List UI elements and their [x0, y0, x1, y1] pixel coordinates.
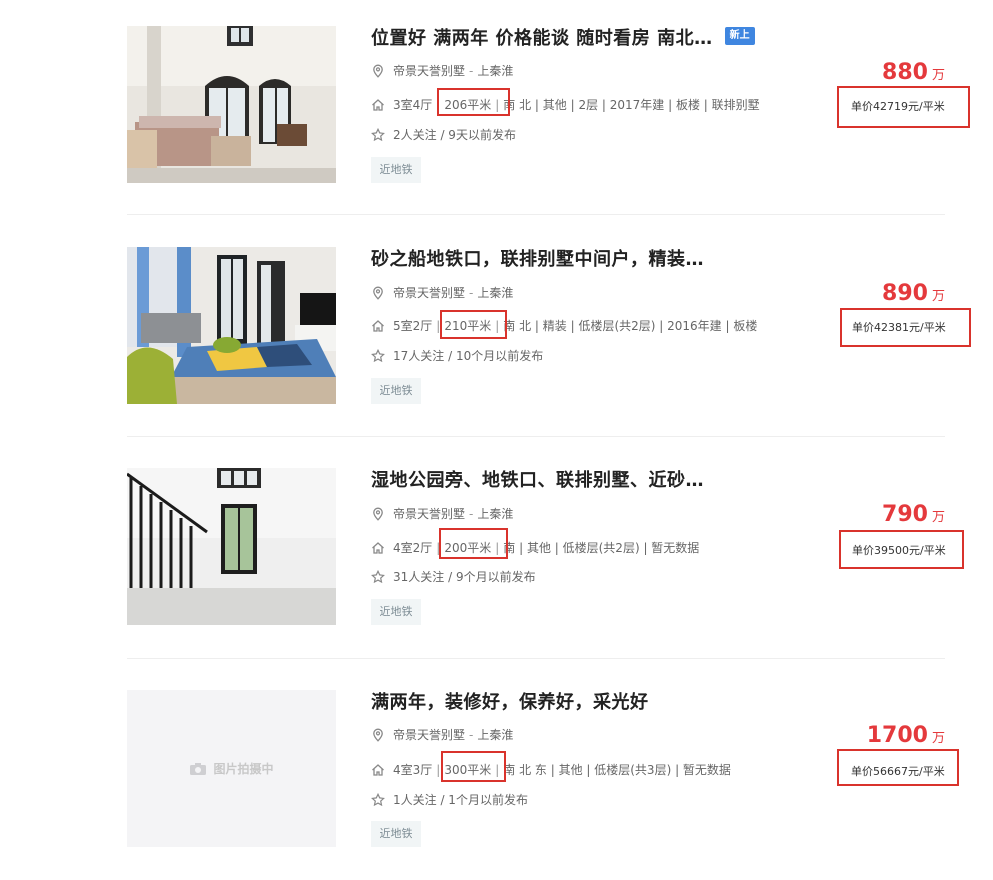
unit-price: 单价56667元/平米: [851, 765, 945, 778]
room-layout: 4室2厅: [393, 541, 433, 555]
house-details: 南 北 | 其他 | 2层 | 2017年建 | 板楼 | 联排别墅: [503, 98, 760, 112]
community-link[interactable]: 帝景天誉别墅: [393, 505, 465, 522]
location-pin-icon: [371, 286, 385, 300]
room-layout: 5室2厅: [393, 319, 433, 333]
follow-info-row: 2人关注 / 9天以前发布: [371, 126, 516, 143]
house-details: 南 | 其他 | 低楼层(共2层) | 暂无数据: [503, 541, 700, 555]
room-layout: 4室3厅: [393, 763, 433, 777]
location-row: 帝景天誉别墅 - 上秦淮: [371, 726, 513, 743]
near-subway-tag: 近地铁: [371, 821, 421, 847]
unit-price: 单价42719元/平米: [851, 100, 945, 113]
listing-divider: [127, 436, 945, 437]
district-link[interactable]: 上秦淮: [477, 284, 513, 301]
listing-title[interactable]: 砂之船地铁口，联排别墅中间户，精装…: [371, 245, 704, 271]
community-link[interactable]: 帝景天誉别墅: [393, 62, 465, 79]
location-pin-icon: [371, 728, 385, 742]
listing-title[interactable]: 湿地公园旁、地铁口、联排别墅、近砂…: [371, 466, 704, 492]
total-price: 880 万: [882, 60, 945, 85]
star-icon: [371, 569, 385, 584]
house-icon: [371, 763, 385, 777]
house-info-row: 3室4厅 | 206平米 | 南 北 | 其他 | 2层 | 2017年建 | …: [371, 96, 760, 113]
listing-item: 砂之船地铁口，联排别墅中间户，精装… 帝景天誉别墅 - 上秦淮 5室2厅 | 2…: [0, 247, 993, 437]
community-link[interactable]: 帝景天誉别墅: [393, 726, 465, 743]
listing-item: 位置好 满两年 价格能谈 随时看房 南北… 新上 帝景天誉别墅 - 上秦淮 3室…: [0, 26, 993, 216]
location-row: 帝景天誉别墅 - 上秦淮: [371, 284, 513, 301]
listing-photo[interactable]: [127, 468, 336, 625]
area-value: 206平米: [444, 98, 492, 112]
house-icon: [371, 541, 385, 555]
location-pin-icon: [371, 64, 385, 78]
listing-item: 湿地公园旁、地铁口、联排别墅、近砂… 帝景天誉别墅 - 上秦淮 4室2厅 | 2…: [0, 468, 993, 658]
area-value: 300平米: [444, 763, 492, 777]
star-icon: [371, 348, 385, 363]
room-layout: 3室4厅: [393, 98, 433, 112]
listing-title[interactable]: 满两年，装修好，保养好，采光好: [371, 688, 649, 714]
follow-info-row: 17人关注 / 10个月以前发布: [371, 347, 543, 364]
listing-title[interactable]: 位置好 满两年 价格能谈 随时看房 南北…: [371, 24, 713, 50]
follow-info-row: 1人关注 / 1个月以前发布: [371, 791, 528, 808]
follow-info-row: 31人关注 / 9个月以前发布: [371, 568, 536, 585]
house-info-row: 5室2厅 | 210平米 | 南 北 | 精装 | 低楼层(共2层) | 201…: [371, 317, 757, 334]
camera-icon: [189, 762, 207, 776]
location-pin-icon: [371, 507, 385, 521]
listing-divider: [127, 214, 945, 215]
star-icon: [371, 792, 385, 807]
district-link[interactable]: 上秦淮: [477, 726, 513, 743]
house-details: 南 北 东 | 其他 | 低楼层(共3层) | 暂无数据: [503, 763, 731, 777]
area-value: 210平米: [444, 319, 492, 333]
total-price: 1700 万: [866, 723, 945, 748]
listing-photo-placeholder[interactable]: 图片拍摄中: [127, 690, 336, 847]
district-link[interactable]: 上秦淮: [477, 505, 513, 522]
follow-text: 1人关注 / 1个月以前发布: [393, 793, 528, 807]
house-icon: [371, 98, 385, 112]
near-subway-tag: 近地铁: [371, 378, 421, 404]
listing-photo[interactable]: [127, 247, 336, 404]
district-link[interactable]: 上秦淮: [477, 62, 513, 79]
listing-item: 图片拍摄中 满两年，装修好，保养好，采光好 帝景天誉别墅 - 上秦淮 4室3厅 …: [0, 690, 993, 880]
follow-text: 31人关注 / 9个月以前发布: [393, 570, 536, 584]
near-subway-tag: 近地铁: [371, 599, 421, 625]
near-subway-tag: 近地铁: [371, 157, 421, 183]
house-icon: [371, 319, 385, 333]
total-price: 890 万: [882, 281, 945, 306]
house-info-row: 4室2厅 | 200平米 | 南 | 其他 | 低楼层(共2层) | 暂无数据: [371, 539, 699, 556]
unit-price: 单价42381元/平米: [852, 321, 946, 334]
unit-price: 单价39500元/平米: [852, 544, 946, 557]
listing-divider: [127, 658, 945, 659]
follow-text: 2人关注 / 9天以前发布: [393, 128, 516, 142]
photo-pending-text: 图片拍摄中: [213, 762, 274, 776]
new-listing-badge: 新上: [724, 27, 755, 45]
house-info-row: 4室3厅 | 300平米 | 南 北 东 | 其他 | 低楼层(共3层) | 暂…: [371, 761, 731, 778]
listing-photo[interactable]: [127, 26, 336, 183]
location-row: 帝景天誉别墅 - 上秦淮: [371, 505, 513, 522]
house-details: 南 北 | 精装 | 低楼层(共2层) | 2016年建 | 板楼: [503, 319, 758, 333]
star-icon: [371, 127, 385, 142]
location-row: 帝景天誉别墅 - 上秦淮: [371, 62, 513, 79]
follow-text: 17人关注 / 10个月以前发布: [393, 349, 544, 363]
total-price: 790 万: [882, 502, 945, 527]
community-link[interactable]: 帝景天誉别墅: [393, 284, 465, 301]
area-value: 200平米: [444, 541, 492, 555]
